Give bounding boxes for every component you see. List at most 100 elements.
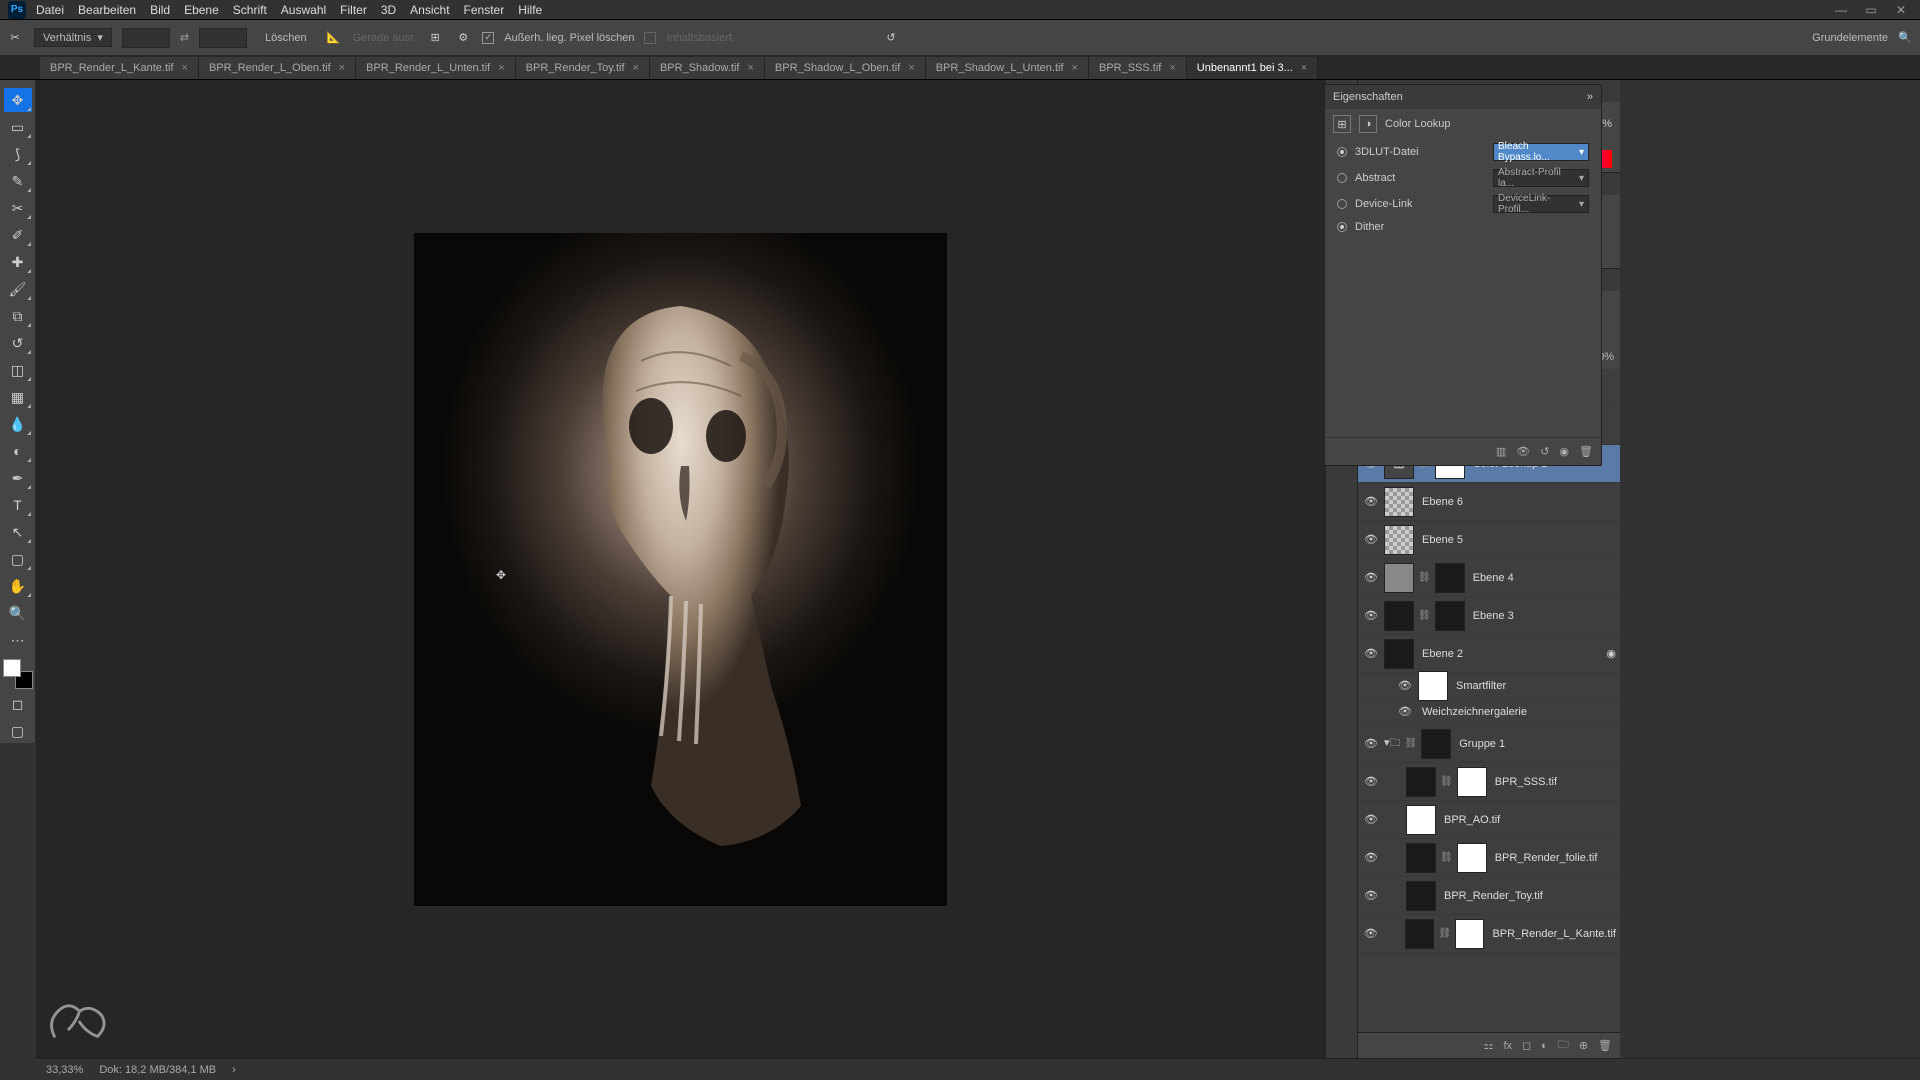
eraser-tool[interactable]: ◫ xyxy=(4,358,32,382)
brush-tool[interactable]: 🖌 xyxy=(4,277,32,301)
menu-auswahl[interactable]: Auswahl xyxy=(281,3,326,17)
layer-mask-thumbnail[interactable] xyxy=(1421,729,1451,759)
quick-select-tool[interactable]: ✎ xyxy=(4,169,32,193)
visibility-toggle[interactable]: 👁 xyxy=(1362,737,1380,750)
visibility-toggle[interactable]: 👁 xyxy=(1362,775,1380,788)
layer-name[interactable]: BPR_AO.tif xyxy=(1444,814,1500,826)
layer-row[interactable]: 👁⛓BPR_Render_L_Kante.tif xyxy=(1358,915,1620,953)
menu-datei[interactable]: Datei xyxy=(36,3,64,17)
marquee-tool[interactable]: ▭ xyxy=(4,115,32,139)
ratio-dropdown[interactable]: Verhältnis▾ xyxy=(34,28,112,47)
path-select-tool[interactable]: ↖ xyxy=(4,520,32,544)
overlay-grid-icon[interactable]: ⊞ xyxy=(426,29,444,47)
add-mask-icon[interactable]: ◻ xyxy=(1522,1039,1531,1052)
layer-row[interactable]: 👁⛓Ebene 3 xyxy=(1358,597,1620,635)
layer-mask-thumbnail[interactable] xyxy=(1455,919,1484,949)
layer-row[interactable]: 👁▾🗀⛓Gruppe 1 xyxy=(1358,725,1620,763)
layer-mask-thumbnail[interactable] xyxy=(1435,601,1465,631)
fg-bg-colors[interactable] xyxy=(3,659,33,689)
clear-button[interactable]: Löschen xyxy=(257,30,315,46)
new-group-icon[interactable]: 🗀 xyxy=(1558,1036,1569,1055)
doc-size[interactable]: Dok: 18,2 MB/384,1 MB xyxy=(99,1064,216,1076)
layer-row[interactable]: 👁⛓BPR_Render_folie.tif xyxy=(1358,839,1620,877)
menu-ebene[interactable]: Ebene xyxy=(184,3,219,17)
close-tab-icon[interactable]: × xyxy=(182,62,188,74)
healing-tool[interactable]: ✚ xyxy=(4,250,32,274)
panel-collapse-icon[interactable]: » xyxy=(1587,91,1593,103)
document-tab[interactable]: Unbenannt1 bei 3...× xyxy=(1187,57,1318,79)
document-tab[interactable]: BPR_Shadow.tif× xyxy=(650,57,765,79)
layer-thumbnail[interactable] xyxy=(1384,601,1414,631)
document-tab[interactable]: BPR_Render_L_Oben.tif× xyxy=(199,57,356,79)
reset-icon[interactable]: ↺ xyxy=(1540,445,1549,458)
document-tab[interactable]: BPR_Render_L_Unten.tif× xyxy=(356,57,516,79)
gradient-tool[interactable]: ▦ xyxy=(4,385,32,409)
layer-thumbnail[interactable] xyxy=(1406,881,1436,911)
layer-mask-thumbnail[interactable] xyxy=(1435,563,1465,593)
close-button[interactable]: ✕ xyxy=(1890,3,1912,17)
layer-name[interactable]: BPR_SSS.tif xyxy=(1495,776,1557,788)
crop-tool[interactable]: ✂ xyxy=(4,196,32,220)
document-tab[interactable]: BPR_Shadow_L_Oben.tif× xyxy=(765,57,926,79)
zoom-level[interactable]: 33,33% xyxy=(46,1064,83,1076)
layer-thumbnail[interactable] xyxy=(1406,843,1436,873)
workspace-label[interactable]: Grundelemente xyxy=(1812,32,1888,44)
group-toggle-icon[interactable]: ▾🗀 xyxy=(1384,734,1401,753)
dither-checkbox[interactable] xyxy=(1337,222,1347,232)
view-previous-icon[interactable]: 👁 xyxy=(1516,445,1530,458)
delete-layer-icon[interactable]: 🗑 xyxy=(1598,1039,1612,1052)
layer-name[interactable]: BPR_Render_folie.tif xyxy=(1495,852,1598,864)
visibility-toggle[interactable]: 👁 xyxy=(1362,813,1380,826)
close-tab-icon[interactable]: × xyxy=(1072,62,1078,74)
layer-name[interactable]: Ebene 5 xyxy=(1422,534,1463,546)
layer-row[interactable]: 👁Weichzeichnergalerie xyxy=(1358,699,1620,725)
new-adjustment-icon[interactable]: ◐ xyxy=(1541,1040,1548,1052)
visibility-toggle[interactable]: 👁 xyxy=(1362,533,1380,546)
visibility-toggle[interactable]: 👁 xyxy=(1362,889,1380,902)
toggle-visibility-icon[interactable]: ◉ xyxy=(1559,445,1569,458)
menu-bearbeiten[interactable]: Bearbeiten xyxy=(78,3,136,17)
crop-tool-icon[interactable]: ✂ xyxy=(6,29,24,47)
layer-name[interactable]: Ebene 4 xyxy=(1473,572,1514,584)
shape-tool[interactable]: ▢ xyxy=(4,547,32,571)
dodge-tool[interactable]: ◐ xyxy=(4,439,32,463)
layer-thumbnail[interactable] xyxy=(1418,671,1448,701)
close-tab-icon[interactable]: × xyxy=(498,62,504,74)
canvas[interactable]: ✥ xyxy=(36,80,1325,1058)
document-tab[interactable]: BPR_Render_L_Kante.tif× xyxy=(40,57,199,79)
layer-name[interactable]: Smartfilter xyxy=(1456,680,1506,692)
close-tab-icon[interactable]: × xyxy=(633,62,639,74)
lut-dropdown[interactable]: DeviceLink-Profil...▾ xyxy=(1493,195,1589,213)
menu-bild[interactable]: Bild xyxy=(150,3,170,17)
layer-row[interactable]: 👁Ebene 2◉ xyxy=(1358,635,1620,673)
close-tab-icon[interactable]: × xyxy=(747,62,753,74)
layer-thumbnail[interactable] xyxy=(1384,525,1414,555)
layer-mask-thumbnail[interactable] xyxy=(1457,767,1487,797)
close-tab-icon[interactable]: × xyxy=(908,62,914,74)
close-tab-icon[interactable]: × xyxy=(1301,62,1307,74)
visibility-toggle[interactable]: 👁 xyxy=(1362,647,1380,660)
layer-thumbnail[interactable] xyxy=(1405,919,1434,949)
layer-name[interactable]: Ebene 3 xyxy=(1473,610,1514,622)
layer-row[interactable]: 👁Smartfilter xyxy=(1358,673,1620,699)
visibility-toggle[interactable]: 👁 xyxy=(1362,495,1380,508)
document-tab[interactable]: BPR_Render_Toy.tif× xyxy=(516,57,650,79)
lut-dropdown[interactable]: Bleach Bypass.lo...▾ xyxy=(1493,143,1589,161)
close-tab-icon[interactable]: × xyxy=(339,62,345,74)
delete-cropped-checkbox[interactable]: ✓ xyxy=(482,32,494,44)
menu-schrift[interactable]: Schrift xyxy=(233,3,267,17)
lut-radio[interactable] xyxy=(1337,199,1347,209)
layer-thumbnail[interactable] xyxy=(1384,563,1414,593)
layer-thumbnail[interactable] xyxy=(1384,487,1414,517)
document-tab[interactable]: BPR_Shadow_L_Unten.tif× xyxy=(926,57,1089,79)
layer-style-icon[interactable]: fx xyxy=(1503,1040,1512,1052)
clip-to-layer-icon[interactable]: ▥ xyxy=(1496,445,1506,458)
layer-name[interactable]: BPR_Render_L_Kante.tif xyxy=(1492,928,1616,940)
quick-mask-toggle[interactable]: ◻ xyxy=(4,692,32,716)
swap-dimensions-icon[interactable]: ⇄ xyxy=(180,31,189,44)
layer-name[interactable]: Gruppe 1 xyxy=(1459,738,1505,750)
status-arrow-icon[interactable]: › xyxy=(232,1064,236,1076)
link-layers-icon[interactable]: ⚏ xyxy=(1484,1039,1494,1052)
type-tool[interactable]: T xyxy=(4,493,32,517)
layer-row[interactable]: 👁 BPR_AO.tif xyxy=(1358,801,1620,839)
